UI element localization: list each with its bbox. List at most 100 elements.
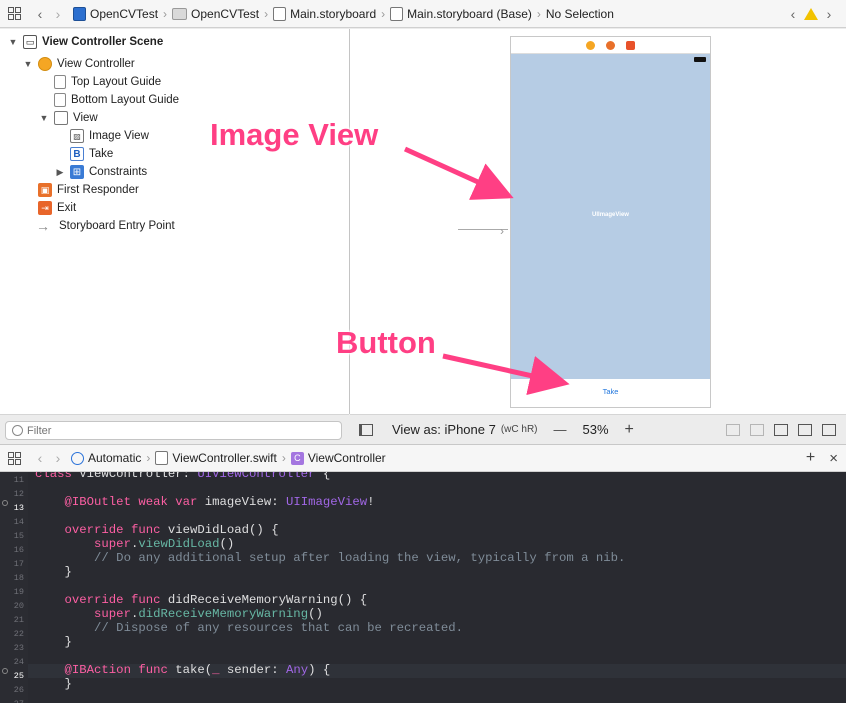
class-icon: C (290, 451, 304, 465)
button-icon: B (70, 147, 84, 161)
breadcrumb-storyboard-base[interactable]: Main.storyboard (Base) (390, 6, 532, 21)
align-icon[interactable] (750, 423, 764, 436)
line-number: 17 (13, 559, 24, 569)
code-line-11[interactable]: class ViewController: UIViewController { (35, 472, 330, 481)
code-line-18[interactable]: } (35, 565, 72, 579)
next-issue-icon[interactable]: › (820, 6, 838, 22)
back-chevron-icon[interactable]: ‹ (31, 450, 49, 466)
breadcrumb-class[interactable]: C ViewController (290, 451, 386, 465)
size-class-label: (wC hR) (500, 424, 538, 435)
outline-first-responder[interactable]: ▣ First Responder (38, 181, 139, 199)
breadcrumb-selection[interactable]: No Selection (546, 7, 614, 21)
breadcrumb-automatic[interactable]: Automatic (71, 451, 141, 465)
related-items-icon[interactable] (8, 7, 21, 20)
project-icon (73, 6, 86, 21)
outline-take-button[interactable]: B Take (70, 145, 113, 163)
embed-in-stack-icon[interactable] (726, 423, 740, 436)
line-number: 20 (13, 601, 24, 611)
zoom-in-button[interactable]: + (625, 421, 634, 439)
filter-icon (12, 425, 23, 436)
button-arrow (442, 353, 570, 396)
image-view-arrow (403, 146, 514, 200)
breadcrumb-storyboard[interactable]: Main.storyboard (273, 6, 376, 21)
resolve-issues-icon[interactable] (798, 423, 812, 436)
document-outline: ▼ ▭ View Controller Scene ▼ View Control… (0, 29, 349, 414)
storyboard-canvas[interactable]: › UIImageView Take Image View Button (210, 29, 846, 414)
line-number: 13 (13, 503, 24, 513)
pin-icon[interactable] (774, 423, 788, 436)
line-number: 23 (13, 643, 24, 653)
outline-view-controller[interactable]: ▼ View Controller (23, 55, 135, 73)
outline-bottom-layout-guide[interactable]: Bottom Layout Guide (54, 91, 179, 109)
code-line-21[interactable]: super.didReceiveMemoryWarning() (35, 607, 323, 621)
outline-constraints[interactable]: ▶ ⊞ Constraints (55, 163, 147, 181)
line-number: 26 (13, 685, 24, 695)
code-line-13[interactable]: @IBOutlet weak var imageView: UIImageVie… (35, 495, 375, 509)
code-editor[interactable]: 11 12 13 14 15 16 17 18 19 20 21 22 23 2… (0, 472, 846, 703)
editor-jump-bar: ‹ › Automatic › ViewController.swift › C… (0, 444, 846, 472)
line-number: 16 (13, 545, 24, 555)
disclosure-open-icon[interactable]: ▼ (39, 113, 49, 123)
code-line-22[interactable]: // Dispose of any resources that can be … (35, 621, 463, 635)
exit-icon: ⇥ (38, 201, 52, 215)
code-line-16[interactable]: super.viewDidLoad() (35, 537, 234, 551)
breadcrumb-separator: › (281, 451, 286, 465)
breadcrumb-separator: › (264, 6, 269, 21)
layout-guide-icon (54, 75, 66, 89)
line-number: 12 (13, 489, 24, 499)
code-line-20[interactable]: override func didReceiveMemoryWarning() … (35, 593, 368, 607)
line-number: 11 (13, 475, 24, 485)
previous-issue-icon[interactable]: ‹ (784, 6, 802, 22)
resizing-icon[interactable] (822, 423, 836, 436)
forward-chevron-icon[interactable]: › (49, 6, 67, 22)
code-line-15[interactable]: override func viewDidLoad() { (35, 523, 279, 537)
outline-entry-point[interactable]: → Storyboard Entry Point (36, 217, 175, 235)
image-view-icon: ▨ (70, 129, 84, 143)
outline-filter-bar (0, 414, 349, 444)
zoom-level[interactable]: 53% (583, 422, 609, 437)
code-line-17[interactable]: // Do any additional setup after loading… (35, 551, 625, 565)
breadcrumb-separator: › (381, 6, 386, 21)
canvas-toolbar: View as: iPhone 7 (wC hR) — 53% + (350, 414, 846, 444)
warning-icon[interactable] (804, 7, 818, 20)
line-number: 19 (13, 587, 24, 597)
top-jump-bar: ‹ › OpenCVTest › OpenCVTest › Main.story… (0, 0, 846, 28)
storyboard-file-icon (390, 6, 404, 21)
back-chevron-icon[interactable]: ‹ (31, 6, 49, 22)
line-number: 25 (13, 671, 24, 681)
disclosure-closed-icon[interactable]: ▶ (55, 167, 65, 178)
view-icon (54, 111, 68, 125)
close-editor-button[interactable]: × (829, 450, 838, 467)
filter-field[interactable] (5, 421, 342, 440)
outline-image-view[interactable]: ▨ Image View (70, 127, 149, 145)
outline-scene[interactable]: ▼ ▭ View Controller Scene (8, 33, 163, 51)
add-editor-button[interactable]: + (806, 449, 815, 467)
first-responder-icon: ▣ (38, 183, 52, 197)
outline-top-layout-guide[interactable]: Top Layout Guide (54, 73, 161, 91)
toggle-outline-icon[interactable] (359, 423, 373, 436)
forward-chevron-icon[interactable]: › (49, 450, 67, 466)
code-line-25[interactable]: @IBAction func take(_ sender: Any) { (35, 663, 331, 677)
layout-guide-icon (54, 93, 66, 107)
folder-icon (172, 7, 188, 20)
zoom-out-button[interactable]: — (554, 422, 567, 437)
breadcrumb-swift-file[interactable]: ViewController.swift (155, 451, 277, 465)
related-items-icon[interactable] (8, 451, 21, 465)
line-number: 27 (0, 699, 24, 703)
view-as-label[interactable]: View as: iPhone 7 (392, 422, 496, 437)
line-number: 24 (13, 657, 24, 667)
outline-exit[interactable]: ⇥ Exit (38, 199, 76, 217)
code-line-26[interactable]: } (35, 677, 72, 691)
breadcrumb-separator: › (536, 6, 541, 21)
annotation-arrows (403, 146, 570, 396)
code-line-23[interactable]: } (35, 635, 72, 649)
filter-input[interactable] (27, 424, 327, 437)
disclosure-open-icon[interactable]: ▼ (8, 37, 18, 47)
line-number: 14 (13, 517, 24, 527)
breadcrumb-project[interactable]: OpenCVTest (73, 6, 158, 21)
disclosure-open-icon[interactable]: ▼ (23, 59, 33, 69)
line-number: 21 (13, 615, 24, 625)
entry-arrow-icon: → (36, 218, 50, 234)
breadcrumb-group[interactable]: OpenCVTest (172, 7, 259, 21)
outline-view[interactable]: ▼ View (39, 109, 98, 127)
